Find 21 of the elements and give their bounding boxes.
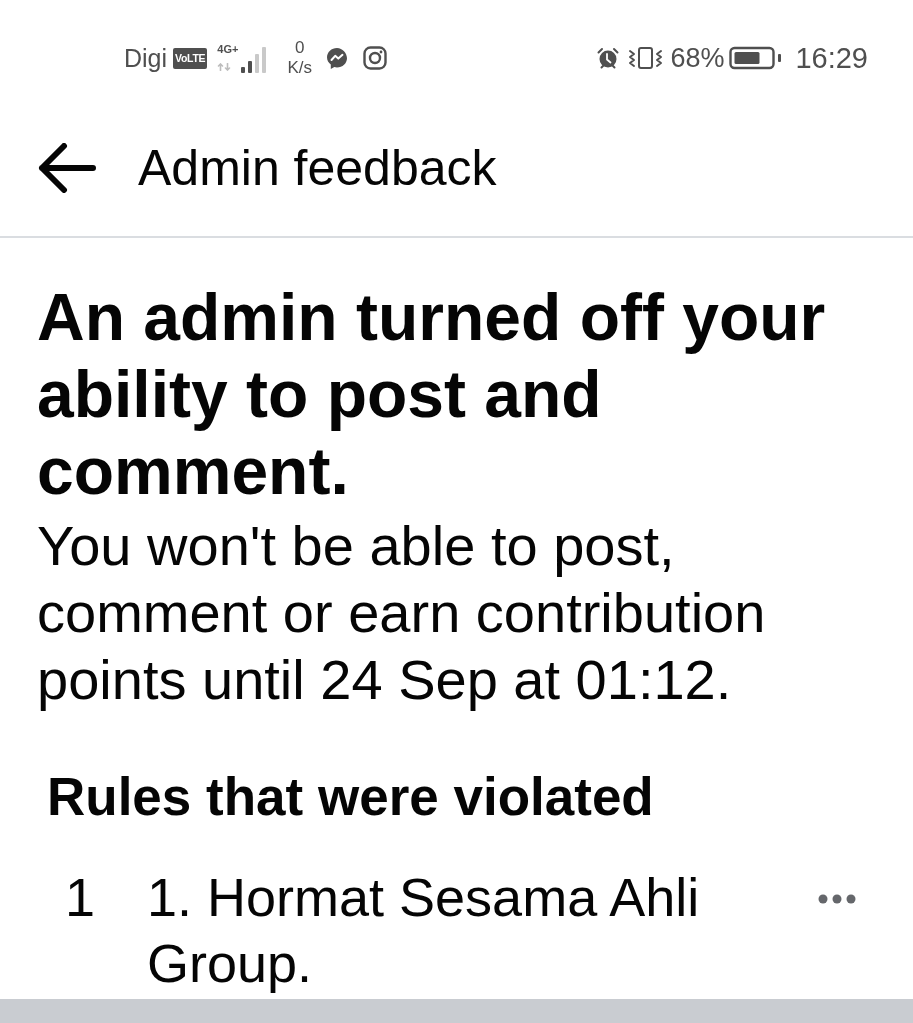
clock-time: 16:29	[795, 42, 868, 74]
page-title: Admin feedback	[138, 139, 497, 198]
chat-bubble-icon	[325, 46, 348, 70]
battery-percent: 68%	[670, 42, 725, 74]
notice-text: You won't be able to post, comment or earn contribution points until 24 Sep at 01:12.	[37, 513, 767, 713]
battery-icon	[729, 46, 784, 70]
rule-text: 1. Hormat Sesama Ahli Group.	[147, 866, 701, 995]
carrier-name: Digi	[124, 43, 168, 74]
network-speed-unit: K/s	[287, 58, 312, 78]
volte-badge: VoLTE	[173, 47, 208, 69]
back-arrow-icon[interactable]	[38, 143, 96, 193]
notice-heading: An admin turned off your ability to post and comment.	[37, 279, 827, 510]
signal-icon	[240, 47, 269, 73]
network-speed-value: 0	[294, 38, 305, 58]
rules-heading: Rules that were violated	[47, 766, 655, 828]
more-options-icon[interactable]	[818, 894, 856, 904]
camera-icon	[362, 46, 387, 70]
data-arrows-icon	[217, 63, 232, 71]
network-type-label: 4G+	[217, 43, 239, 55]
alarm-clock-icon	[597, 47, 620, 69]
rule-number: 1	[64, 866, 97, 929]
